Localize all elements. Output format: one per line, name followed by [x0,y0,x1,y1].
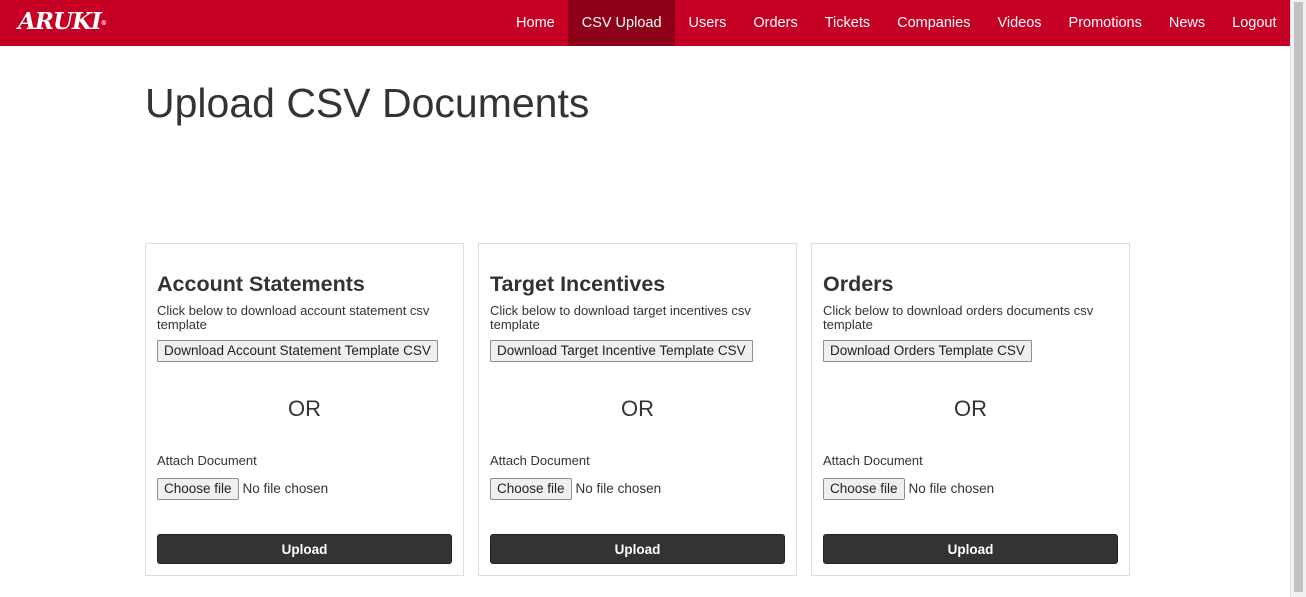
nav-logout[interactable]: Logout [1219,0,1290,46]
download-target-incentive-template-button[interactable]: Download Target Incentive Template CSV [490,340,753,362]
file-status: No file chosen [575,481,662,496]
card-description: Click below to download account statemen… [157,303,430,332]
attach-document-label: Attach Document [157,453,257,468]
card-title: Orders [823,272,894,296]
nav-tickets[interactable]: Tickets [811,0,883,46]
page-title: Upload CSV Documents [145,80,590,126]
card-title: Target Incentives [490,272,666,296]
top-navbar: ARUKI® Home CSV Upload Users Orders Tick… [0,0,1290,46]
attach-document-label: Attach Document [823,453,923,468]
download-account-statement-template-button[interactable]: Download Account Statement Template CSV [157,340,438,362]
logo-text: ARUKI [18,8,102,35]
choose-file-button[interactable]: Choose file [823,477,905,500]
aruki-logo[interactable]: ARUKI® [18,8,107,36]
choose-file-button[interactable]: Choose file [490,477,572,500]
nav-users[interactable]: Users [675,0,740,46]
nav-videos[interactable]: Videos [984,0,1055,46]
or-divider: OR [288,396,321,421]
or-divider: OR [954,396,987,421]
account-statements-card: Account Statements Click below to downlo… [145,243,464,576]
vertical-scrollbar[interactable] [1290,0,1306,597]
or-divider: OR [621,396,654,421]
card-description: Click below to download target incentive… [490,303,751,332]
nav-csv-upload[interactable]: CSV Upload [568,0,676,46]
file-input[interactable]: Choose file No file chosen [157,477,328,500]
file-input[interactable]: Choose file No file chosen [823,477,994,500]
card-title: Account Statements [157,272,365,296]
card-description: Click below to download orders documents… [823,303,1094,332]
orders-card: Orders Click below to download orders do… [811,243,1130,576]
file-input[interactable]: Choose file No file chosen [490,477,661,500]
nav-promotions[interactable]: Promotions [1055,0,1155,46]
target-incentives-card: Target Incentives Click below to downloa… [478,243,797,576]
file-status: No file chosen [908,481,995,496]
upload-account-statements-button[interactable]: Upload [157,534,452,564]
nav-news[interactable]: News [1155,0,1218,46]
nav-home[interactable]: Home [503,0,569,46]
nav-companies[interactable]: Companies [884,0,984,46]
registered-mark: ® [100,20,107,27]
file-status: No file chosen [242,481,329,496]
scrollbar-thumb[interactable] [1294,2,1303,592]
choose-file-button[interactable]: Choose file [157,477,239,500]
upload-orders-button[interactable]: Upload [823,534,1118,564]
nav-orders[interactable]: Orders [740,0,811,46]
nav-links: Home CSV Upload Users Orders Tickets Com… [503,0,1290,46]
download-orders-template-button[interactable]: Download Orders Template CSV [823,340,1032,362]
upload-target-incentives-button[interactable]: Upload [490,534,785,564]
attach-document-label: Attach Document [490,453,590,468]
